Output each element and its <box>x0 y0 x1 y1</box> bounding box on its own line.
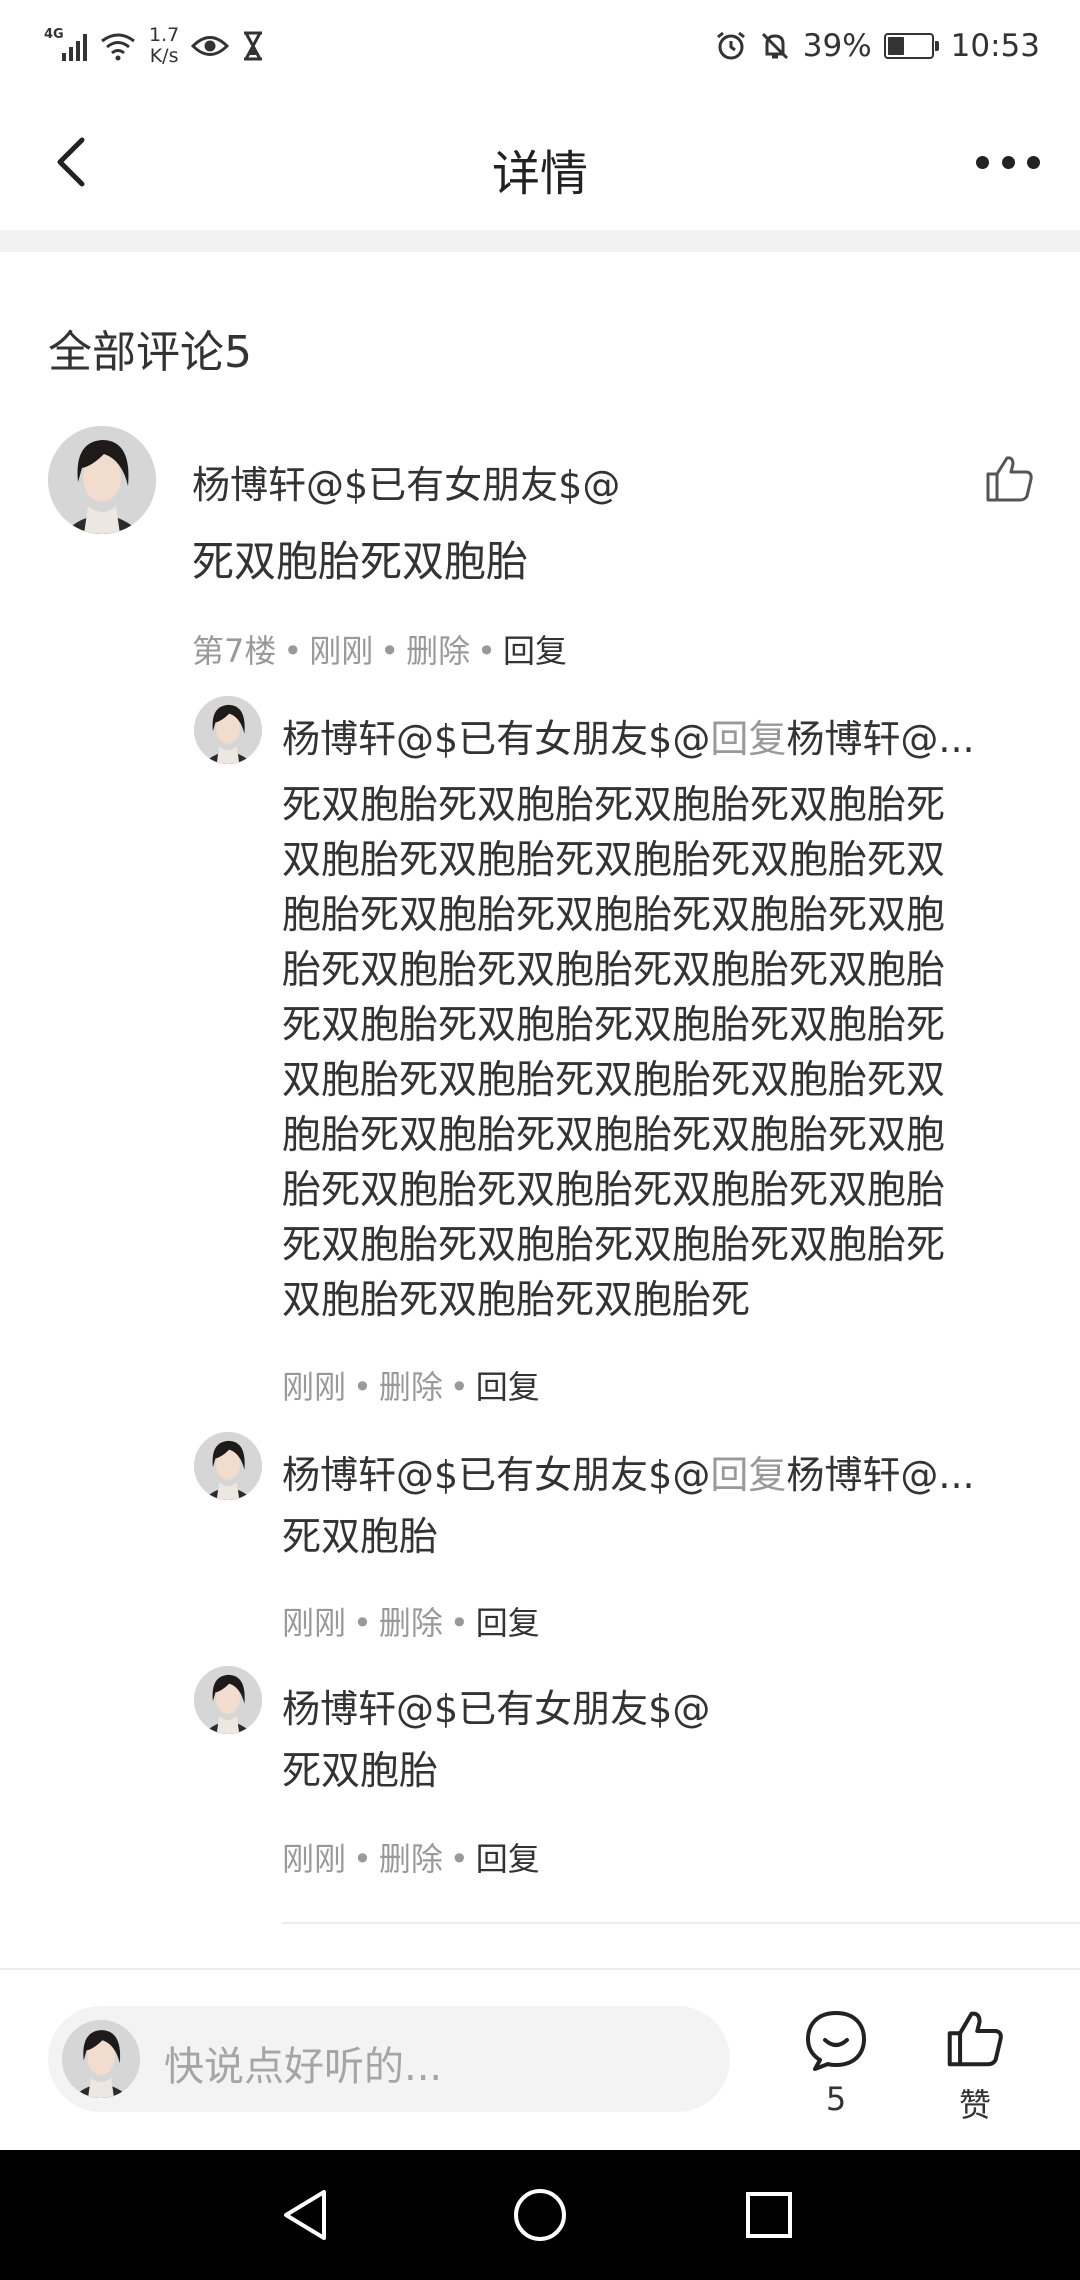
content-line: 死双胞胎死双胞胎死双胞胎死双胞胎死 <box>282 1003 946 1048</box>
header-divider <box>0 230 1080 252</box>
comment-icon <box>806 2011 866 2071</box>
floor-label: 第7楼 <box>192 632 277 670</box>
content-line: 双胞胎死双胞胎死双胞胎死双胞胎死双 <box>282 1058 946 1103</box>
bottom-bar-divider <box>0 1968 1080 1970</box>
reply-link[interactable]: 回复 <box>476 1840 540 1878</box>
like-label: 赞 <box>958 2086 991 2124</box>
comment-count: 5 <box>825 2080 847 2118</box>
like-icon[interactable] <box>982 452 1036 506</box>
more-dots-icon[interactable] <box>976 150 1040 174</box>
comment-author[interactable]: 杨博轩@$已有女朋友$@ <box>192 454 620 509</box>
meta-dot: • <box>449 1840 469 1878</box>
like-button[interactable]: 赞 <box>944 2008 1006 2124</box>
reply-target[interactable]: 杨博轩@... <box>786 1453 974 1497</box>
comment-button[interactable]: 5 <box>800 2008 872 2118</box>
status-bar: 4G 1.7 K/s 39% 10:53 <box>0 0 1080 92</box>
meta-dot: • <box>283 632 303 670</box>
avatar[interactable] <box>194 1666 262 1734</box>
meta-dot: • <box>449 1368 469 1406</box>
reply-author[interactable]: 杨博轩@$已有女朋友$@ <box>282 1678 710 1733</box>
time-label: 刚刚 <box>282 1368 347 1406</box>
battery-icon <box>883 33 939 59</box>
reply-content: 死双胞胎 <box>282 1749 439 1794</box>
meta-dot: • <box>353 1368 372 1406</box>
time-label: 刚刚 <box>282 1840 347 1878</box>
reply-meta: 刚刚 • 删除 • 回复 <box>282 1362 540 1408</box>
input-placeholder: 快说点好听的... <box>164 2044 443 2090</box>
meta-dot: • <box>353 1840 372 1878</box>
content-line: 双胞胎死双胞胎死双胞胎死双胞胎死双 <box>282 838 946 883</box>
meta-dot: • <box>353 1604 372 1642</box>
content-line: 胎死双胞胎死双胞胎死双胞胎死双胞胎 <box>282 1168 946 1213</box>
reply-link[interactable]: 回复 <box>503 632 567 670</box>
reply-author-line: 杨博轩@$已有女朋友$@回复杨博轩@... <box>282 708 975 763</box>
network-type: 4G <box>44 27 64 42</box>
meta-dot: • <box>449 1604 469 1642</box>
system-nav-bar <box>0 2150 1080 2280</box>
nav-recents-icon[interactable] <box>734 2180 804 2250</box>
delete-link[interactable]: 删除 <box>379 1368 443 1406</box>
delete-link[interactable]: 删除 <box>379 1604 443 1642</box>
comment-content: 死双胞胎死双胞胎 <box>192 537 529 586</box>
reply-content: 死双胞胎 <box>282 1515 439 1560</box>
nav-home-icon[interactable] <box>505 2180 575 2250</box>
status-right: 39% 10:53 <box>715 20 1040 72</box>
reply-word: 回复 <box>710 1453 787 1497</box>
avatar <box>62 2020 140 2098</box>
avatar[interactable] <box>194 1432 262 1500</box>
delete-link[interactable]: 删除 <box>406 632 470 670</box>
thumbs-up-icon <box>947 2011 1003 2067</box>
reply-author[interactable]: 杨博轩@$已有女朋友$@ <box>282 717 710 761</box>
thread-divider <box>282 1922 1080 1924</box>
content-line: 胞胎死双胞胎死双胞胎死双胞胎死双胞 <box>282 893 946 938</box>
reply-word: 回复 <box>710 717 787 761</box>
alarm-icon <box>716 31 745 60</box>
content-line: 双胞胎死双胞胎死双胞胎死 <box>282 1278 751 1323</box>
status-left: 4G 1.7 K/s <box>44 20 265 72</box>
battery-percent: 39% <box>802 28 872 64</box>
wifi-icon <box>101 33 135 61</box>
time-label: 刚刚 <box>309 632 374 670</box>
network-speed: 1.7 K/s <box>149 25 179 67</box>
speed-value: 1.7 <box>149 24 180 46</box>
avatar[interactable] <box>194 696 262 764</box>
reply-meta: 刚刚 • 删除 • 回复 <box>282 1598 540 1644</box>
reply-author[interactable]: 杨博轩@$已有女朋友$@ <box>282 1453 710 1497</box>
clock: 10:53 <box>950 28 1040 64</box>
reply-author-line: 杨博轩@$已有女朋友$@回复杨博轩@... <box>282 1444 975 1499</box>
reply-link[interactable]: 回复 <box>476 1368 540 1406</box>
content-line: 胎死双胞胎死双胞胎死双胞胎死双胞胎 <box>282 948 946 993</box>
nav-back-icon[interactable] <box>272 2180 342 2250</box>
delete-link[interactable]: 删除 <box>379 1840 443 1878</box>
content-line: 死双胞胎死双胞胎死双胞胎死双胞胎死 <box>282 1223 946 1268</box>
content-line: 死双胞胎死双胞胎死双胞胎死双胞胎死 <box>282 783 946 828</box>
speed-unit: K/s <box>149 45 179 67</box>
comment-input[interactable]: 快说点好听的... <box>48 2006 730 2112</box>
mute-icon <box>761 32 788 60</box>
comment-meta: 第7楼 • 刚刚 • 删除 • 回复 <box>192 626 567 672</box>
reply-link[interactable]: 回复 <box>476 1604 540 1642</box>
title-bar: 详情 <box>0 92 1080 232</box>
reply-content: 死双胞胎死双胞胎死双胞胎死双胞胎死 双胞胎死双胞胎死双胞胎死双胞胎死双 胞胎死双… <box>282 778 1002 1328</box>
signal-icon: 4G <box>44 27 87 61</box>
meta-dot: • <box>477 632 497 670</box>
reply-target[interactable]: 杨博轩@... <box>786 717 974 761</box>
avatar[interactable] <box>48 426 156 534</box>
content-line: 胞胎死双胞胎死双胞胎死双胞胎死双胞 <box>282 1113 946 1158</box>
page-title: 详情 <box>491 146 588 202</box>
comments-header: 全部评论5 <box>48 327 252 378</box>
meta-dot: • <box>380 632 400 670</box>
reply-meta: 刚刚 • 删除 • 回复 <box>282 1834 540 1880</box>
eye-icon <box>191 36 230 56</box>
hourglass-icon <box>244 31 263 61</box>
time-label: 刚刚 <box>282 1604 347 1642</box>
